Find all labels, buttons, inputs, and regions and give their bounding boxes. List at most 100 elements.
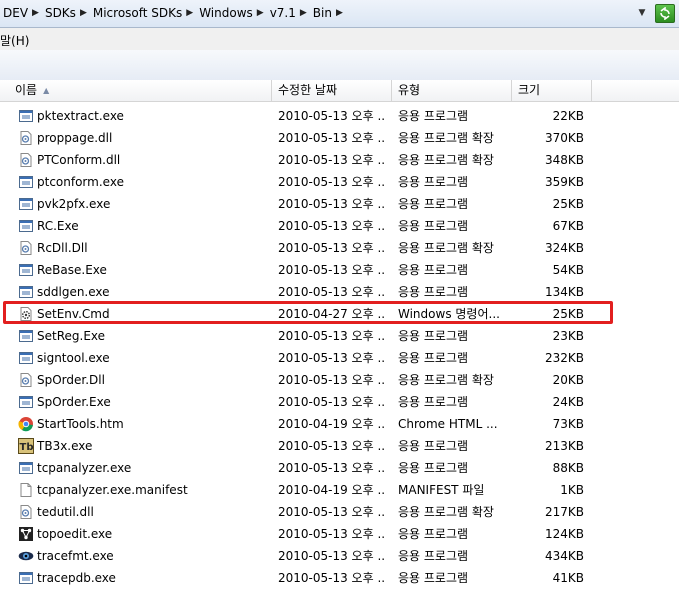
column-header-date[interactable]: 수정한 날짜 [272, 80, 392, 101]
file-size: 67KB [552, 219, 584, 233]
file-row-tracefmt-exe[interactable]: tracefmt.exe 2010-05-13 오후 ... 응용 프로그램 434K… [0, 545, 679, 567]
file-type: 응용 프로그램 확장 [398, 131, 494, 145]
file-type: Windows 명령어... [398, 307, 500, 321]
file-row-ptconform-exe[interactable]: ptconform.exe 2010-05-13 오후 ... 응용 프로그램 359… [0, 171, 679, 193]
file-date: 2010-04-19 오후 ... [278, 417, 384, 431]
file-date: 2010-05-13 오후 ... [278, 505, 384, 519]
chevron-right-icon[interactable]: ▶ [300, 8, 310, 18]
file-row-starttools-htm[interactable]: StartTools.htm 2010-04-19 오후 ... Chrome HT… [0, 413, 679, 435]
file-size: 324KB [544, 241, 584, 255]
file-name: ReBase.Exe [37, 263, 107, 277]
file-type: 응용 프로그램 [398, 197, 469, 211]
file-size: 370KB [544, 131, 584, 145]
chevron-right-icon[interactable]: ▶ [32, 8, 42, 18]
file-date: 2010-05-13 오후 ... [278, 175, 384, 189]
file-row-tb3x-exe[interactable]: Tb TB3x.exe 2010-05-13 오후 ... 응용 프로그램 213KB [0, 435, 679, 457]
exe-icon [18, 284, 34, 300]
file-size: 73KB [552, 417, 584, 431]
svg-text:Tb: Tb [20, 442, 34, 453]
file-type: 응용 프로그램 확장 [398, 373, 494, 387]
exe-icon [18, 218, 34, 234]
file-type: 응용 프로그램 확장 [398, 241, 494, 255]
dll-icon [18, 240, 34, 256]
file-size: 217KB [544, 505, 584, 519]
file-row-sporder-exe[interactable]: SpOrder.Exe 2010-05-13 오후 ... 응용 프로그램 24KB [0, 391, 679, 413]
file-size: 88KB [552, 461, 584, 475]
cmd-gear-icon [18, 306, 34, 322]
file-date: 2010-05-13 오후 ... [278, 373, 384, 387]
chrome-icon [18, 416, 34, 432]
file-name: TB3x.exe [37, 439, 93, 453]
file-row-setenv-cmd[interactable]: SetEnv.Cmd 2010-04-27 오후 ... Windows 명령어..… [0, 303, 679, 325]
file-type: 응용 프로그램 확장 [398, 505, 494, 519]
file-size: 134KB [544, 285, 584, 299]
file-row-proppage-dll[interactable]: proppage.dll 2010-05-13 오후 ... 응용 프로그램 확장 3… [0, 127, 679, 149]
file-date: 2010-04-27 오후 ... [278, 307, 384, 321]
file-row-sddlgen-exe[interactable]: sddlgen.exe 2010-05-13 오후 ... 응용 프로그램 134KB [0, 281, 679, 303]
file-size: 124KB [544, 527, 584, 541]
file-row-tedutil-dll[interactable]: tedutil.dll 2010-05-13 오후 ... 응용 프로그램 확장 21… [0, 501, 679, 523]
file-name: pvk2pfx.exe [37, 197, 111, 211]
dll-icon [18, 504, 34, 520]
exe-icon [18, 196, 34, 212]
breadcrumb: DEV ▶ SDKs ▶ Microsoft SDKs ▶ Windows ▶ v7.1… [0, 4, 346, 22]
breadcrumb-item-bin[interactable]: Bin [310, 6, 336, 20]
tb3x-icon: Tb [18, 438, 34, 454]
file-row-topoedit-exe[interactable]: topoedit.exe 2010-05-13 오후 ... 응용 프로그램 124K… [0, 523, 679, 545]
chevron-right-icon[interactable]: ▶ [80, 8, 90, 18]
chevron-right-icon[interactable]: ▶ [186, 8, 196, 18]
file-date: 2010-05-13 오후 ... [278, 109, 384, 123]
file-name: tracefmt.exe [37, 549, 114, 563]
file-row-ptconform-dll[interactable]: PTConform.dll 2010-05-13 오후 ... 응용 프로그램 확장… [0, 149, 679, 171]
file-row-rebase-exe[interactable]: ReBase.Exe 2010-05-13 오후 ... 응용 프로그램 54KB [0, 259, 679, 281]
breadcrumb-item-v71[interactable]: v7.1 [267, 6, 300, 20]
file-size: 1KB [560, 483, 584, 497]
file-name: SpOrder.Dll [37, 373, 105, 387]
file-date: 2010-05-13 오후 ... [278, 329, 384, 343]
file-date: 2010-05-13 오후 ... [278, 241, 384, 255]
topoedit-icon [18, 526, 34, 542]
file-name: RcDll.Dll [37, 241, 88, 255]
chevron-down-icon[interactable]: ▼ [636, 7, 648, 19]
file-type: 응용 프로그램 확장 [398, 153, 494, 167]
dll-icon [18, 372, 34, 388]
chevron-right-icon[interactable]: ▶ [257, 8, 267, 18]
dll-icon [18, 130, 34, 146]
column-header-size[interactable]: 크기 [512, 80, 592, 101]
file-row-pktextract-exe[interactable]: pktextract.exe 2010-05-13 오후 ... 응용 프로그램 22… [0, 105, 679, 127]
file-row-rc-exe[interactable]: RC.Exe 2010-05-13 오후 ... 응용 프로그램 67KB [0, 215, 679, 237]
file-date: 2010-05-13 오후 ... [278, 549, 384, 563]
breadcrumb-item-windows[interactable]: Windows [196, 6, 257, 20]
column-header-type-label: 유형 [398, 83, 421, 97]
breadcrumb-item-microsoft-sdks[interactable]: Microsoft SDKs [90, 6, 186, 20]
file-row-pvk2pfx-exe[interactable]: pvk2pfx.exe 2010-05-13 오후 ... 응용 프로그램 25KB [0, 193, 679, 215]
file-row-rcdll-dll[interactable]: RcDll.Dll 2010-05-13 오후 ... 응용 프로그램 확장 324K… [0, 237, 679, 259]
file-row-tcpanalyzer-exe-manifest[interactable]: tcpanalyzer.exe.manifest 2010-04-19 오후 ..… [0, 479, 679, 501]
file-type: 응용 프로그램 [398, 175, 469, 189]
menu-help[interactable]: 말(H) [0, 32, 29, 49]
file-row-sporder-dll[interactable]: SpOrder.Dll 2010-05-13 오후 ... 응용 프로그램 확장 20… [0, 369, 679, 391]
exe-icon [18, 350, 34, 366]
chevron-right-icon[interactable]: ▶ [336, 8, 346, 18]
file-name: tedutil.dll [37, 505, 94, 519]
file-row-tcpanalyzer-exe[interactable]: tcpanalyzer.exe 2010-05-13 오후 ... 응용 프로그램 8… [0, 457, 679, 479]
refresh-button[interactable] [655, 4, 675, 23]
address-bar[interactable]: DEV ▶ SDKs ▶ Microsoft SDKs ▶ Windows ▶ v7.1… [0, 0, 679, 28]
file-row-tracepdb-exe[interactable]: tracepdb.exe 2010-05-13 오후 ... 응용 프로그램 41KB [0, 567, 679, 589]
file-date: 2010-05-13 오후 ... [278, 351, 384, 365]
column-header-name[interactable]: 이름 ▲ [0, 80, 272, 101]
file-row-signtool-exe[interactable]: signtool.exe 2010-05-13 오후 ... 응용 프로그램 232K… [0, 347, 679, 369]
column-header-row: 이름 ▲ 수정한 날짜 유형 크기 [0, 80, 679, 102]
file-date: 2010-05-13 오후 ... [278, 571, 384, 585]
file-name: sddlgen.exe [37, 285, 110, 299]
breadcrumb-item-dev[interactable]: DEV [0, 6, 32, 20]
tracefmt-eye-icon [18, 548, 34, 564]
column-header-name-label: 이름 [15, 83, 38, 97]
column-header-type[interactable]: 유형 [392, 80, 512, 101]
file-type: 응용 프로그램 [398, 329, 469, 343]
breadcrumb-item-sdks[interactable]: SDKs [42, 6, 80, 20]
file-type: 응용 프로그램 [398, 461, 469, 475]
file-row-setreg-exe[interactable]: SetReg.Exe 2010-05-13 오후 ... 응용 프로그램 23KB [0, 325, 679, 347]
file-size: 20KB [552, 373, 584, 387]
file-date: 2010-05-13 오후 ... [278, 153, 384, 167]
